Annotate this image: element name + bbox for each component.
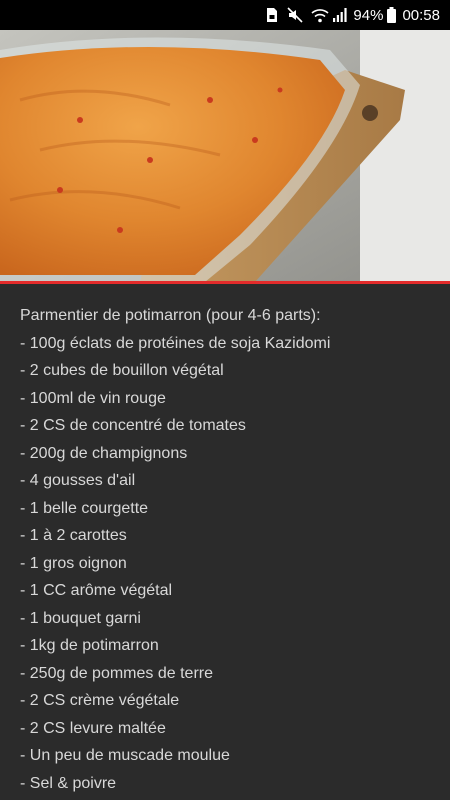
ingredient-line: - Sel & poivre bbox=[20, 774, 117, 792]
ingredient-line: - 1 CC arôme végétal bbox=[20, 582, 173, 599]
clock: 00:58 bbox=[402, 6, 440, 24]
ingredient-line: - 1 gros oignon bbox=[20, 554, 127, 572]
mute-icon bbox=[287, 7, 303, 23]
ingredient-line: - 4 gousses d'ail bbox=[20, 472, 136, 489]
signal-icon bbox=[333, 8, 348, 22]
ingredient-line: - 2 cubes de bouillon végétal bbox=[20, 362, 224, 379]
ingredient-line: - 1 belle courgette bbox=[20, 499, 149, 517]
status-bar: 94% 00:58 bbox=[0, 0, 450, 30]
description-title: Parmentier de potimarron (pour 4-6 parts… bbox=[20, 307, 321, 324]
video-player[interactable] bbox=[0, 30, 450, 282]
ingredient-line: - 1 bouquet garni bbox=[20, 609, 141, 627]
ingredient-line: - 2 CS crème végétale bbox=[20, 692, 180, 709]
ingredient-line: - 1 à 2 carottes bbox=[20, 527, 127, 544]
video-description: Parmentier de potimarron (pour 4-6 parts… bbox=[0, 284, 450, 800]
battery-percent: 94% bbox=[353, 6, 384, 24]
ingredient-line: - 2 CS de concentré de tomates bbox=[20, 417, 246, 434]
ingredient-line: - 100ml de vin rouge bbox=[20, 389, 166, 407]
ingredient-line: - Un peu de muscade moulue bbox=[20, 747, 230, 764]
ingredient-line: - 2 CS levure maltée bbox=[20, 719, 166, 737]
dish-thumbnail bbox=[0, 30, 450, 282]
ingredient-line: - 200g de champignons bbox=[20, 444, 188, 462]
ingredient-line: - 1kg de potimarron bbox=[20, 637, 159, 654]
sim-icon bbox=[265, 7, 279, 23]
battery-icon bbox=[387, 7, 397, 23]
wifi-icon bbox=[311, 8, 329, 23]
ingredient-line: - 250g de pommes de terre bbox=[20, 664, 213, 682]
ingredient-line: - 100g éclats de protéines de soja Kazid… bbox=[20, 334, 331, 352]
